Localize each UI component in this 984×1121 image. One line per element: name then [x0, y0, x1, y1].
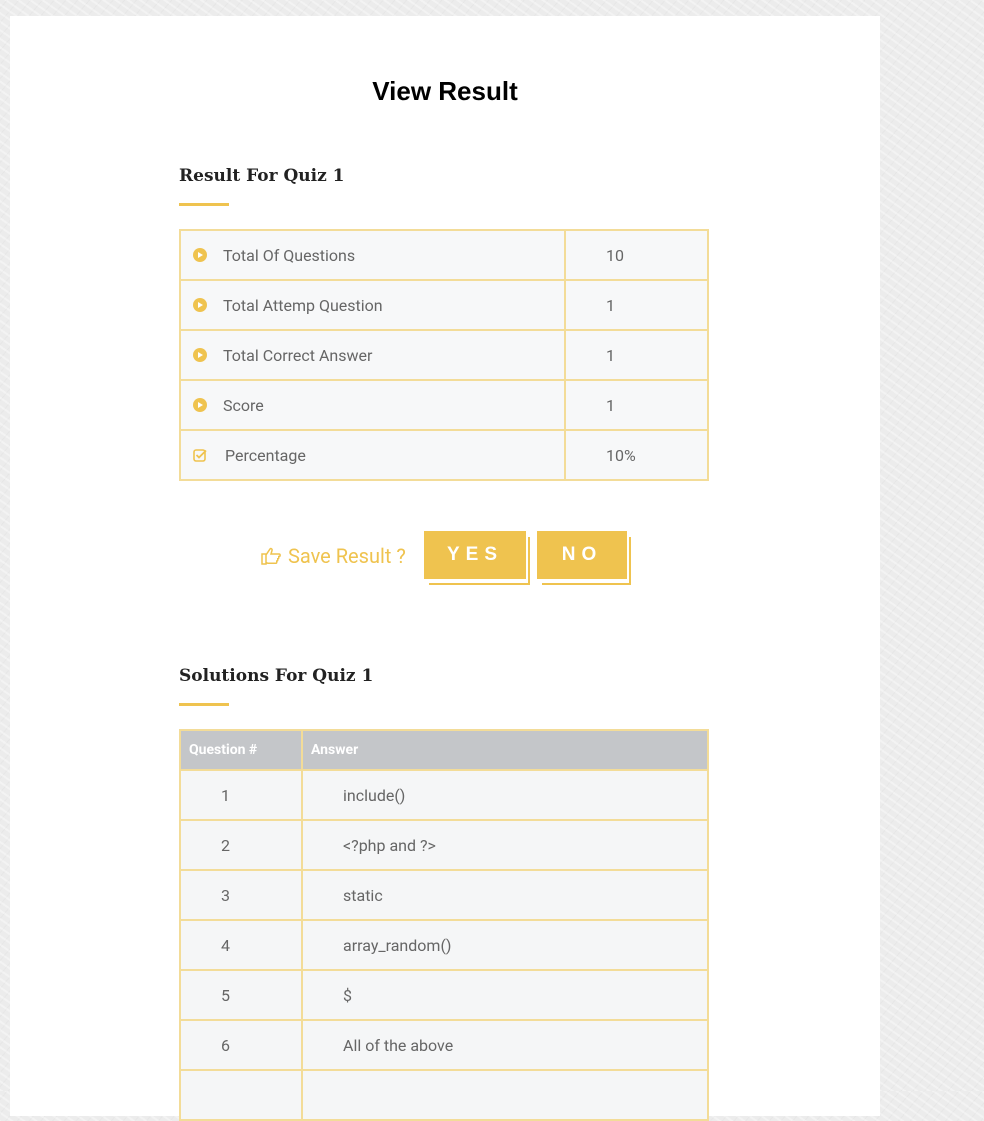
table-row: Total Of Questions 10 [179, 229, 709, 281]
answer-text: array_random() [301, 919, 709, 971]
question-number: 4 [179, 919, 303, 971]
table-row: 4 array_random() [179, 919, 709, 971]
table-row: 1 include() [179, 769, 709, 821]
heading-underline [179, 703, 229, 706]
heading-underline [179, 203, 229, 206]
save-result-label: Save Result ? [260, 544, 406, 568]
result-heading: Result For Quiz 1 [179, 166, 345, 186]
question-number: 1 [179, 769, 303, 821]
checkbox-icon [193, 449, 207, 462]
row-value: 10% [564, 429, 709, 481]
row-label: Total Correct Answer [223, 345, 373, 365]
page-title: View Result [372, 76, 518, 106]
question-number: 5 [179, 969, 303, 1021]
row-value: 10 [564, 229, 709, 281]
row-label: Total Attemp Question [223, 295, 383, 315]
table-header-row: Question # Answer [179, 729, 709, 771]
table-row: 5 $ [179, 969, 709, 1021]
column-header-answer: Answer [301, 729, 709, 771]
solutions-table: Question # Answer 1 include() 2 <?php an… [179, 729, 709, 1121]
yes-button[interactable]: YES [424, 531, 530, 585]
question-number: 2 [179, 819, 303, 871]
row-label: Total Of Questions [223, 245, 356, 265]
table-row: Total Attemp Question 1 [179, 279, 709, 331]
answer-text: static [301, 869, 709, 921]
table-row: Percentage 10% [179, 429, 709, 481]
play-circle-icon [193, 348, 207, 362]
answer-text [301, 1069, 709, 1121]
row-label: Percentage [225, 445, 306, 465]
row-value: 1 [564, 279, 709, 331]
column-header-question: Question # [179, 729, 303, 771]
play-circle-icon [193, 398, 207, 412]
answer-text: <?php and ?> [301, 819, 709, 871]
table-row: Total Correct Answer 1 [179, 329, 709, 381]
question-number [179, 1069, 303, 1121]
save-result-text: Save Result ? [288, 544, 406, 568]
solutions-heading: Solutions For Quiz 1 [179, 666, 374, 686]
no-button[interactable]: NO [537, 531, 631, 585]
question-number: 6 [179, 1019, 303, 1071]
table-row: 6 All of the above [179, 1019, 709, 1071]
answer-text: $ [301, 969, 709, 1021]
save-result-row: Save Result ? YES NO [10, 530, 880, 590]
hand-pointer-icon [261, 547, 281, 565]
answer-text: include() [301, 769, 709, 821]
play-circle-icon [193, 298, 207, 312]
table-row: 2 <?php and ?> [179, 819, 709, 871]
row-value: 1 [564, 329, 709, 381]
row-label: Score [223, 395, 264, 415]
answer-text: All of the above [301, 1019, 709, 1071]
result-card: View Result Result For Quiz 1 Total Of Q… [10, 16, 880, 1121]
table-row [179, 1069, 709, 1121]
table-row: Score 1 [179, 379, 709, 431]
question-number: 3 [179, 869, 303, 921]
row-value: 1 [564, 379, 709, 431]
result-table: Total Of Questions 10 Total Attemp Quest… [179, 229, 709, 481]
table-row: 3 static [179, 869, 709, 921]
play-circle-icon [193, 248, 207, 262]
